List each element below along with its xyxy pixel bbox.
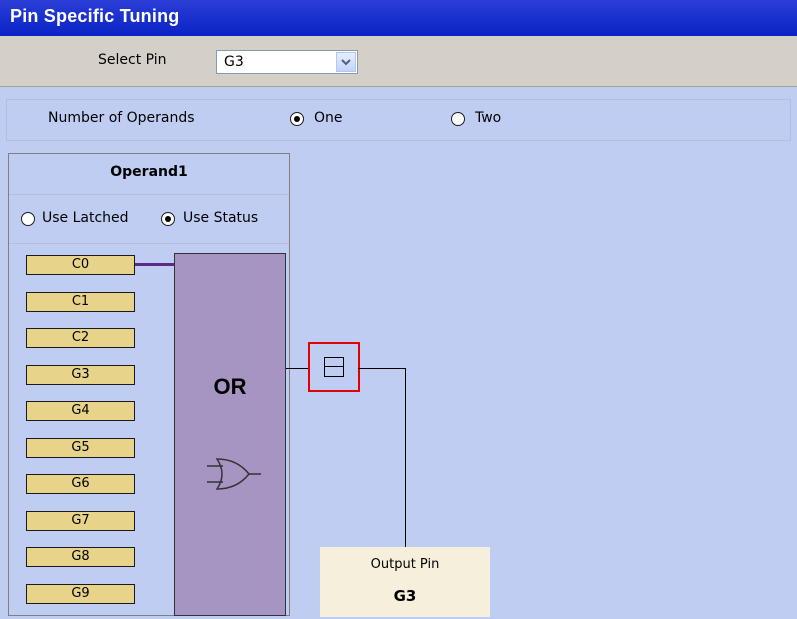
pin-select-row: Select Pin xyxy=(0,36,797,87)
radio-one-label[interactable]: One xyxy=(314,110,343,126)
input-box-c2[interactable]: C2 xyxy=(26,328,135,348)
input-box-g3[interactable]: G3 xyxy=(26,365,135,385)
operands-row: Number of Operands One Two xyxy=(6,99,791,141)
pin-select-value: G3 xyxy=(224,54,244,70)
pin-tuning-window: Pin Specific Tuning Select Pin G3 Number… xyxy=(0,0,797,619)
input-box-c1[interactable]: C1 xyxy=(26,292,135,312)
input-box-c0[interactable]: C0 xyxy=(26,255,135,275)
input-box-g9[interactable]: G9 xyxy=(26,584,135,604)
radio-two[interactable] xyxy=(451,112,465,126)
operand1-title: Operand1 xyxy=(110,164,188,180)
or-gate-icon xyxy=(207,458,261,490)
chevron-down-icon xyxy=(341,59,351,66)
input-box-g8[interactable]: G8 xyxy=(26,547,135,567)
output-pin-box[interactable]: Output Pin G3 xyxy=(320,547,490,617)
input-box-g6[interactable]: G6 xyxy=(26,474,135,494)
selected-junction[interactable] xyxy=(308,342,360,392)
select-pin-label: Select Pin xyxy=(98,52,167,68)
operand1-mode-row: Use Latched Use Status xyxy=(9,195,289,244)
c0-connection-wire xyxy=(135,263,174,266)
junction-node-icon[interactable] xyxy=(324,357,344,377)
operand1-header: Operand1 xyxy=(9,154,289,195)
operands-label: Number of Operands xyxy=(48,110,195,126)
gate-label: OR xyxy=(213,374,247,399)
radio-use-status-label[interactable]: Use Status xyxy=(183,210,258,226)
radio-use-latched-label[interactable]: Use Latched xyxy=(42,210,129,226)
radio-use-status[interactable] xyxy=(161,212,175,226)
or-gate-block[interactable]: OR xyxy=(174,253,286,616)
radio-use-latched[interactable] xyxy=(21,212,35,226)
pin-select-dropdown[interactable]: G3 xyxy=(216,50,358,74)
output-pin-label: Output Pin xyxy=(370,557,440,572)
radio-one[interactable] xyxy=(290,112,304,126)
gate-output-wire xyxy=(286,368,310,369)
input-box-g5[interactable]: G5 xyxy=(26,438,135,458)
input-box-g7[interactable]: G7 xyxy=(26,511,135,531)
junction-to-output-wire-v xyxy=(405,368,406,548)
output-pin-value: G3 xyxy=(393,587,417,605)
window-title: Pin Specific Tuning xyxy=(10,6,180,26)
junction-to-output-wire-h xyxy=(358,368,405,369)
radio-two-label[interactable]: Two xyxy=(475,110,501,126)
dropdown-button[interactable] xyxy=(336,52,356,72)
input-box-g4[interactable]: G4 xyxy=(26,401,135,421)
title-bar: Pin Specific Tuning xyxy=(0,0,797,36)
